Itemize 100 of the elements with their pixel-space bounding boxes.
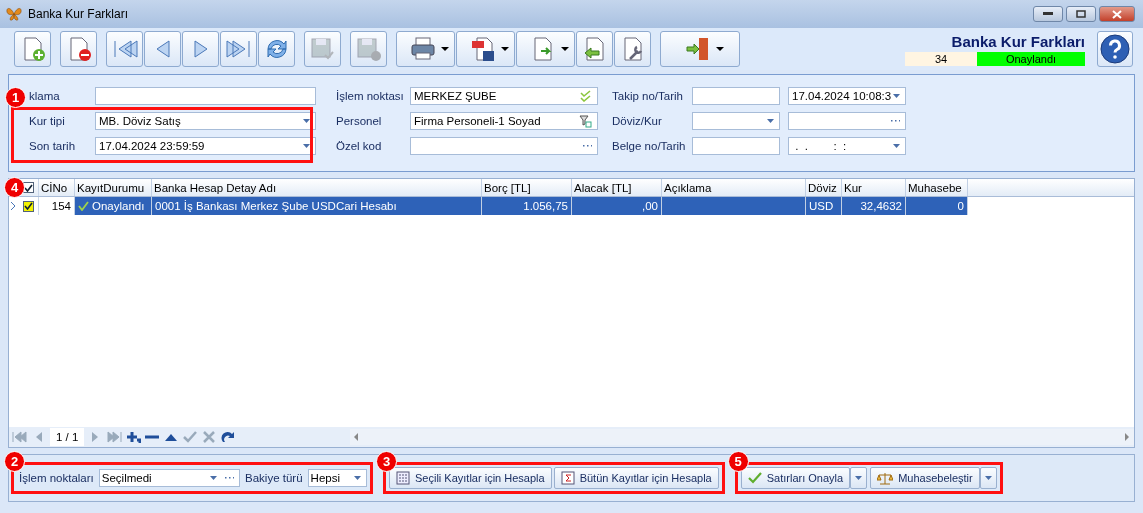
printer-button[interactable] <box>396 31 455 67</box>
caret-icon <box>501 47 509 51</box>
row-checkbox[interactable] <box>22 200 34 212</box>
table-cell: USD <box>806 197 842 215</box>
dropdown-field[interactable] <box>692 112 780 130</box>
field-label: İşlem noktası <box>336 90 405 102</box>
field-label: Belge no/Tarih <box>612 140 687 152</box>
input-field[interactable] <box>692 87 780 105</box>
column-header[interactable]: Borç [TL] <box>482 179 572 196</box>
callout-number: 2 <box>4 451 25 472</box>
check-icon <box>747 472 762 484</box>
help-icon <box>1100 34 1130 64</box>
dropdown-button[interactable] <box>850 467 868 489</box>
filter-label: Bakiye türü <box>244 472 304 484</box>
column-header[interactable]: Banka Hesap Detay Adı <box>152 179 482 196</box>
redo-icon[interactable] <box>220 430 237 444</box>
check-icon <box>78 201 89 211</box>
form-heading: Banka Kur Farkları <box>951 32 1085 50</box>
add-icon[interactable] <box>125 430 142 444</box>
minimize-button[interactable] <box>1033 6 1063 22</box>
first-record-button[interactable] <box>106 31 143 67</box>
dropdown-field[interactable]: Hepsi <box>307 469 367 487</box>
horizontal-scrollbar[interactable] <box>350 429 1134 445</box>
previous-button[interactable] <box>144 31 181 67</box>
column-header[interactable]: Muhasebe <box>906 179 968 196</box>
dropdown-icon <box>354 476 361 480</box>
column-header[interactable]: KayıtDurumu <box>75 179 152 196</box>
last-record-button[interactable] <box>220 31 257 67</box>
dropdown-icon <box>767 119 774 123</box>
dropdown-icon <box>893 94 900 98</box>
butterfly-icon <box>6 6 22 22</box>
input-field[interactable] <box>95 87 316 105</box>
dropdown-icon <box>303 119 310 123</box>
input-field[interactable] <box>410 137 598 155</box>
refresh-button[interactable] <box>258 31 295 67</box>
scroll-left-icon <box>354 433 359 441</box>
exit-door-button[interactable] <box>660 31 740 67</box>
column-header[interactable]: Açıklama <box>662 179 806 196</box>
dropdown-field[interactable]: 17.04.2024 10:08:3 <box>788 87 906 105</box>
dropdown-field[interactable]: . . : : <box>788 137 906 155</box>
check-icon[interactable] <box>182 430 199 444</box>
callout-number: 5 <box>727 451 749 472</box>
field-label: Özel kod <box>336 140 383 152</box>
dropdown-icon <box>210 476 218 480</box>
document-wrench-button[interactable] <box>614 31 651 67</box>
calculate-button[interactable]: Seçili Kayıtlar için Hesapla <box>389 467 552 489</box>
field-label: klama <box>29 90 61 102</box>
next-button[interactable] <box>182 31 219 67</box>
close-icon <box>1112 9 1122 19</box>
field-label: Son tarih <box>29 140 77 152</box>
maximize-icon <box>1076 10 1086 18</box>
double-check-icon <box>580 90 592 102</box>
column-header[interactable]: Döviz <box>806 179 842 196</box>
dropdown-icon <box>303 144 310 148</box>
callout-number: 1 <box>5 87 26 108</box>
dropdown-field[interactable]: Seçilmedi <box>98 469 241 487</box>
help-button[interactable] <box>1097 31 1133 67</box>
sum-sheet-icon <box>560 471 575 485</box>
printer-icon <box>409 35 437 63</box>
close-button[interactable] <box>1099 6 1135 22</box>
table-cell: 0001 İş Bankası Merkez Şube USDCari Hesabı <box>152 197 482 215</box>
new-document-button[interactable] <box>14 31 51 67</box>
dropdown-field[interactable]: MB. Döviz Satış <box>95 112 316 130</box>
scroll-right-icon <box>1125 433 1130 441</box>
callout-number: 3 <box>376 451 397 472</box>
first-icon[interactable] <box>12 430 28 444</box>
table-cell: 0 <box>906 197 968 215</box>
dropdown-button[interactable] <box>979 467 997 489</box>
minimize-icon <box>1043 12 1053 16</box>
lookup-icon <box>579 114 592 128</box>
input-field[interactable]: MERKEZ ŞUBE <box>410 87 598 105</box>
action-button[interactable]: Muhasebeleştir <box>870 467 980 489</box>
balance-scale-icon <box>877 471 894 485</box>
delete-document-button[interactable] <box>60 31 97 67</box>
action-button[interactable]: Satırları Onayla <box>740 467 851 489</box>
input-field[interactable]: Firma Personeli-1 Soyad <box>410 112 598 130</box>
table-cell: 1.056,75 <box>482 197 572 215</box>
caret-icon <box>561 47 569 51</box>
field-label: Takip no/Tarih <box>612 90 684 102</box>
record-number: 34 <box>905 51 977 66</box>
column-header[interactable]: CİNo <box>39 179 75 196</box>
caret-icon <box>715 47 724 51</box>
maximize-button[interactable] <box>1066 6 1096 22</box>
page-indicator: 1 / 1 <box>50 428 85 446</box>
column-header[interactable]: Alacak [TL] <box>572 179 662 196</box>
save-cancel-icon <box>354 35 383 63</box>
field-label: Personel <box>336 115 383 127</box>
input-field[interactable] <box>788 112 906 130</box>
table-cell: 32,4632 <box>842 197 906 215</box>
column-header[interactable]: Kur <box>842 179 906 196</box>
caret-icon <box>984 476 992 480</box>
input-field[interactable] <box>692 137 780 155</box>
caret-icon <box>441 47 449 51</box>
dropdown-field[interactable]: 17.04.2024 23:59:59 <box>95 137 316 155</box>
field-label: Döviz/Kur <box>612 115 663 127</box>
calculate-button[interactable]: Bütün Kayıtlar için Hesapla <box>553 467 719 489</box>
table-cell: ,00 <box>572 197 662 215</box>
table-cell: Onaylandı <box>75 197 152 215</box>
document-import-button[interactable] <box>576 31 613 67</box>
field-label: Kur tipi <box>29 115 66 127</box>
